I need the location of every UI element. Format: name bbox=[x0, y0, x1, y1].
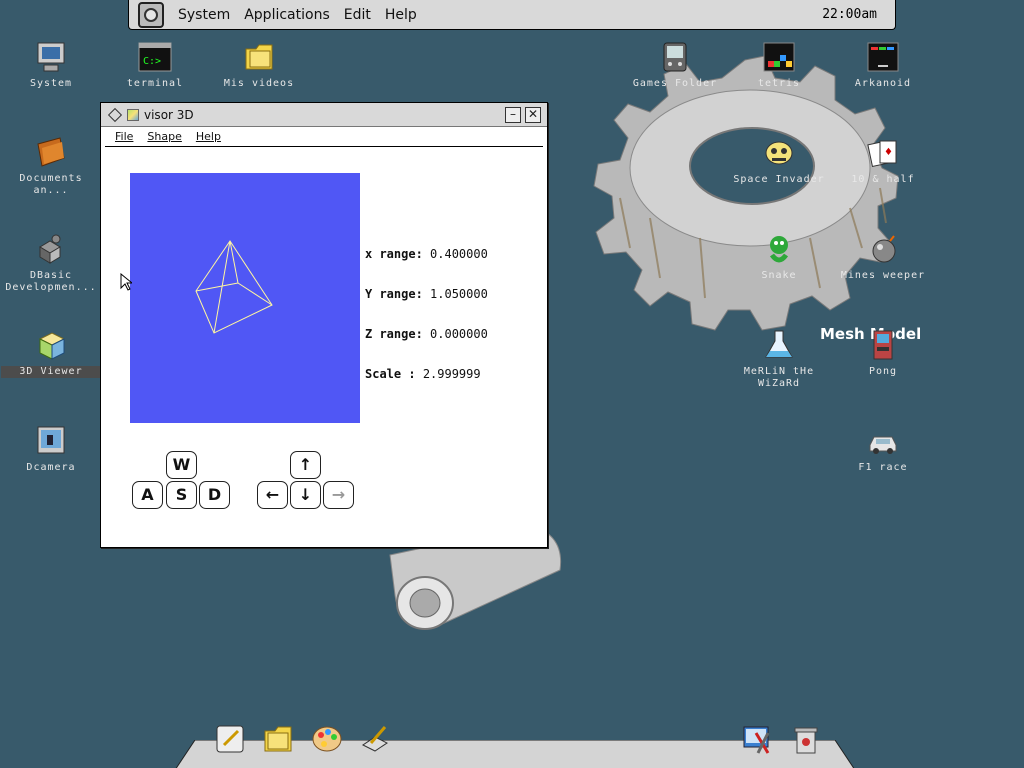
key-arrow-right[interactable]: → bbox=[323, 481, 354, 509]
desktop-icon-games-folder[interactable]: Games Folder bbox=[625, 40, 725, 90]
space-invader-icon bbox=[761, 136, 797, 170]
desktop-icon-documents[interactable]: Documents an... bbox=[1, 135, 101, 197]
paint-palette-icon[interactable] bbox=[310, 722, 344, 756]
desktop-icon-pong[interactable]: Pong bbox=[833, 328, 933, 378]
desktop-icon-space-invader[interactable]: Space Invader bbox=[729, 136, 829, 186]
menu-help[interactable]: Help bbox=[385, 7, 417, 23]
folder-icon[interactable] bbox=[261, 722, 295, 756]
desktop-icon-10-half[interactable]: ♦ 10 & half bbox=[833, 136, 933, 186]
visor-3d-window: visor 3D – ✕ File Shape Help x range: 0.… bbox=[100, 102, 548, 548]
cube-icon bbox=[127, 108, 139, 121]
cube-icon bbox=[33, 328, 69, 362]
3d-viewport[interactable] bbox=[130, 173, 360, 423]
menu-system[interactable]: System bbox=[178, 7, 230, 23]
desktop-icon-dcamera[interactable]: Dcamera bbox=[1, 424, 101, 474]
shapes-icon bbox=[33, 232, 69, 266]
flask-icon bbox=[761, 328, 797, 362]
desktop-icon-tetris[interactable]: tetris bbox=[729, 40, 829, 90]
svg-text:C:>: C:> bbox=[143, 56, 161, 67]
desktop-icon-mis-videos[interactable]: Mis videos bbox=[209, 40, 309, 90]
menu-edit[interactable]: Edit bbox=[344, 7, 371, 23]
window-menubar: File Shape Help bbox=[105, 127, 543, 147]
car-icon bbox=[865, 424, 901, 458]
close-button[interactable]: ✕ bbox=[525, 106, 541, 123]
top-menu-bar: System Applications Edit Help 22:00am bbox=[128, 0, 896, 30]
y-range-readout: Y range: 1.050000 bbox=[365, 287, 488, 301]
arcade-icon bbox=[865, 328, 901, 362]
tools-icon[interactable] bbox=[741, 722, 775, 756]
computer-icon bbox=[33, 40, 69, 74]
desktop-icon-3d-viewer[interactable]: 3D Viewer bbox=[1, 328, 101, 378]
bomb-icon bbox=[865, 232, 901, 266]
key-arrow-up[interactable]: ↑ bbox=[290, 451, 321, 479]
minimize-button[interactable]: – bbox=[505, 106, 521, 123]
system-logo-icon[interactable] bbox=[138, 1, 164, 28]
key-w[interactable]: W bbox=[166, 451, 197, 479]
scale-readout: Scale : 2.999999 bbox=[365, 367, 481, 381]
menu-file[interactable]: File bbox=[115, 130, 133, 143]
folder-icon bbox=[241, 40, 277, 74]
snake-icon bbox=[761, 232, 797, 266]
window-menu-icon[interactable] bbox=[107, 107, 123, 122]
z-range-readout: Z range: 0.000000 bbox=[365, 327, 488, 341]
key-s[interactable]: S bbox=[166, 481, 197, 509]
desktop-icon-merlin[interactable]: MeRLiN tHe WiZaRd bbox=[729, 328, 829, 390]
arkanoid-icon bbox=[865, 40, 901, 74]
window-title: visor 3D bbox=[144, 107, 194, 122]
window-titlebar[interactable]: visor 3D – ✕ bbox=[101, 103, 547, 127]
desktop-icon-dbasic[interactable]: DBasic Developmen... bbox=[1, 232, 101, 294]
desktop-icon-minesweeper[interactable]: Mines weeper bbox=[833, 232, 933, 282]
svg-text:♦: ♦ bbox=[884, 147, 893, 158]
terminal-icon: C:> bbox=[137, 40, 173, 74]
key-arrow-down[interactable]: ↓ bbox=[290, 481, 321, 509]
folder-icon bbox=[33, 135, 69, 169]
sketch-icon[interactable] bbox=[358, 722, 392, 756]
desktop-icon-arkanoid[interactable]: Arkanoid bbox=[833, 40, 933, 90]
games-folder-icon bbox=[657, 40, 693, 74]
desktop-icon-snake[interactable]: Snake bbox=[729, 232, 829, 282]
key-a[interactable]: A bbox=[132, 481, 163, 509]
text-editor-icon[interactable] bbox=[213, 722, 247, 756]
key-arrow-left[interactable]: ← bbox=[257, 481, 288, 509]
desktop-icon-system[interactable]: System bbox=[1, 40, 101, 90]
cards-icon: ♦ bbox=[865, 136, 901, 170]
gear-mesh-model bbox=[593, 55, 899, 331]
pyramid-wireframe bbox=[195, 240, 273, 334]
menu-help[interactable]: Help bbox=[196, 130, 221, 143]
x-range-readout: x range: 0.400000 bbox=[365, 247, 488, 261]
key-d[interactable]: D bbox=[199, 481, 230, 509]
menu-applications[interactable]: Applications bbox=[244, 7, 330, 23]
camera-icon bbox=[33, 424, 69, 458]
desktop-icon-f1-race[interactable]: F1 race bbox=[833, 424, 933, 474]
tetris-icon bbox=[761, 40, 797, 74]
trash-icon[interactable] bbox=[789, 722, 823, 756]
desktop-icon-terminal[interactable]: C:> terminal bbox=[105, 40, 205, 90]
clock: 22:00am bbox=[822, 7, 877, 22]
mouse-cursor-icon bbox=[120, 273, 132, 291]
menu-shape[interactable]: Shape bbox=[147, 130, 181, 143]
